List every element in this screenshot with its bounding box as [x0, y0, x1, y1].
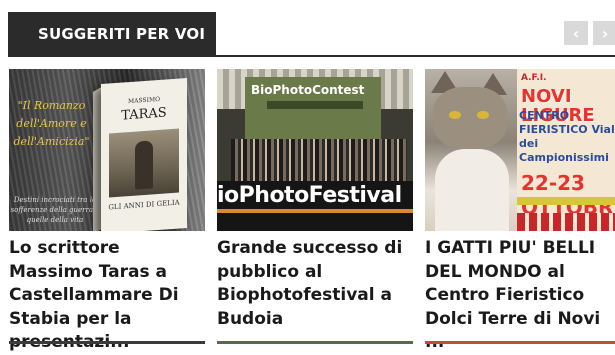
article-card[interactable]: "Il Romanzo dell'Amore e dell'Amicizia" …	[9, 69, 205, 355]
article-card[interactable]: A.F.I. NOVI LIGURE CENTRO FIERISTICO Via…	[425, 69, 615, 355]
article-thumbnail[interactable]: BioPhotoContest ioPhotoFestival	[217, 69, 413, 231]
section-divider	[8, 55, 615, 57]
stage-crowd	[231, 139, 407, 183]
chevron-left-icon[interactable]: ‹	[564, 21, 588, 45]
article-title-link[interactable]: Grande successo di pubblico al Biophotof…	[217, 237, 417, 331]
poster-dates: 22-23 OTTOBRE	[521, 171, 615, 219]
section-header: SUGGERITI PER VOI ‹ ›	[0, 0, 615, 57]
chevron-right-icon[interactable]: ›	[593, 21, 615, 45]
cat-photo	[425, 69, 517, 231]
section-title: SUGGERITI PER VOI	[8, 12, 216, 56]
festival-banner: ioPhotoFestival	[217, 183, 402, 208]
thumbnail-caption: "Il Romanzo dell'Amore e dell'Amicizia"	[13, 99, 90, 148]
article-card[interactable]: BioPhotoContest ioPhotoFestival Grande s…	[217, 69, 413, 331]
article-title-link[interactable]: Lo scrittore Massimo Taras a Castellamma…	[9, 237, 209, 355]
article-title-link[interactable]: I GATTI PIU' BELLI DEL MONDO al Centro F…	[425, 237, 615, 355]
thumbnail-caption: Destini incrociati tra le sofferenze del…	[10, 196, 100, 224]
book-cover: MASSIMO TARAS GLI ANNI DI GELIA	[101, 77, 187, 231]
article-thumbnail[interactable]: "Il Romanzo dell'Amore e dell'Amicizia" …	[9, 69, 205, 231]
poster-venue: CENTRO FIERISTICO Viale dei Campionissim…	[519, 109, 615, 164]
article-thumbnail[interactable]: A.F.I. NOVI LIGURE CENTRO FIERISTICO Via…	[425, 69, 615, 231]
